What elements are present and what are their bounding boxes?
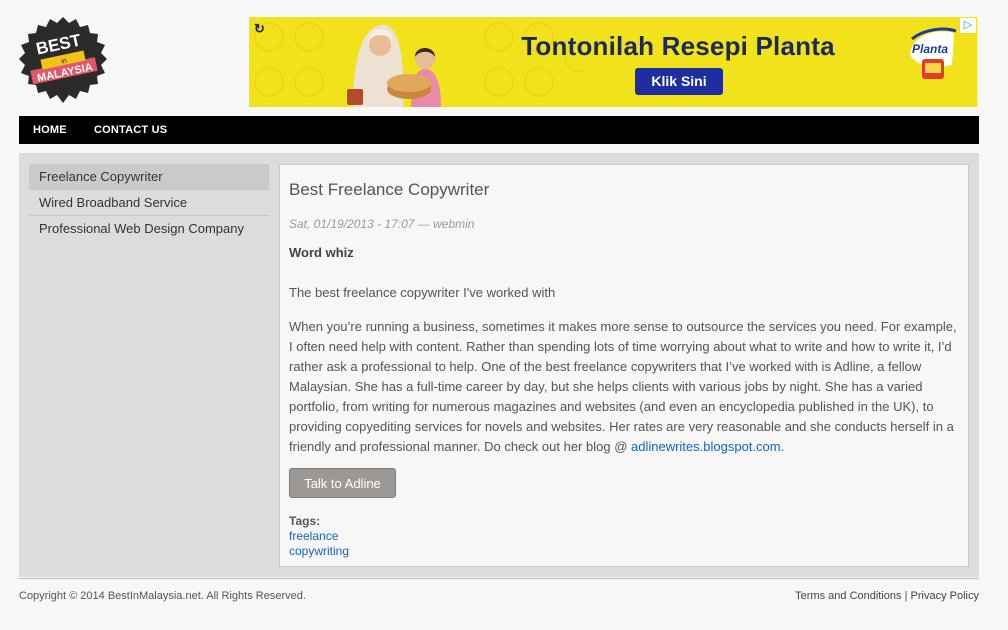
ad-headline: Tontonilah Resepi Planta — [521, 31, 835, 61]
talk-to-adline-button[interactable]: Talk to Adline — [289, 468, 396, 498]
nav-home[interactable]: HOME — [33, 116, 67, 144]
footer-links: Terms and Conditions | Privacy Policy — [795, 590, 979, 602]
sidebar-item-wired-broadband[interactable]: Wired Broadband Service — [29, 190, 269, 216]
footer-divider — [19, 578, 979, 579]
footer-separator: | — [904, 590, 908, 602]
planta-brand-logo: Planta — [910, 27, 957, 79]
ad-family-illustration — [347, 24, 441, 107]
tag-link-copywriting[interactable]: copywriting — [289, 544, 349, 558]
post-meta: Sat, 01/19/2013 - 17:07 — webmin — [289, 217, 475, 231]
post-lead: The best freelance copywriter I've worke… — [289, 285, 556, 300]
main-container: Freelance Copywriter Wired Broadband Ser… — [19, 153, 979, 577]
ad-cta-button[interactable]: Klik Sini — [635, 68, 723, 95]
blog-link[interactable]: adlinewrites.blogspot.com — [631, 439, 781, 454]
site-logo[interactable]: BEST in MALAYSIA — [19, 17, 107, 105]
sidebar-item-freelance-copywriter[interactable]: Freelance Copywriter — [29, 164, 269, 190]
refresh-icon[interactable]: ↻ — [254, 21, 265, 37]
post-content: Best Freelance Copywriter Sat, 01/19/201… — [279, 164, 969, 567]
post-body: When you’re running a business, sometime… — [289, 317, 961, 457]
post-body-end: . — [780, 439, 785, 454]
post-body-text: When you’re running a business, sometime… — [289, 319, 957, 454]
sidebar: Freelance Copywriter Wired Broadband Ser… — [29, 164, 269, 242]
tags-label: Tags: — [289, 514, 321, 528]
tag-link-freelance[interactable]: freelance — [289, 529, 338, 543]
privacy-link[interactable]: Privacy Policy — [911, 590, 979, 602]
ad-banner[interactable]: ↻ Tontonilah Resepi Planta Klik Sini Pla… — [249, 17, 977, 107]
main-nav: HOME CONTACT US — [19, 116, 979, 144]
adchoices-icon[interactable]: ▷ — [960, 18, 976, 33]
footer-copyright: Copyright © 2014 BestInMalaysia.net. All… — [19, 590, 306, 602]
post-title: Best Freelance Copywriter — [289, 180, 490, 199]
ad-brand-text: Planta — [912, 42, 948, 56]
nav-contact-us[interactable]: CONTACT US — [94, 116, 167, 144]
terms-link[interactable]: Terms and Conditions — [795, 590, 901, 602]
post-subhead: Word whiz — [289, 245, 354, 260]
sidebar-item-web-design[interactable]: Professional Web Design Company — [29, 216, 269, 242]
